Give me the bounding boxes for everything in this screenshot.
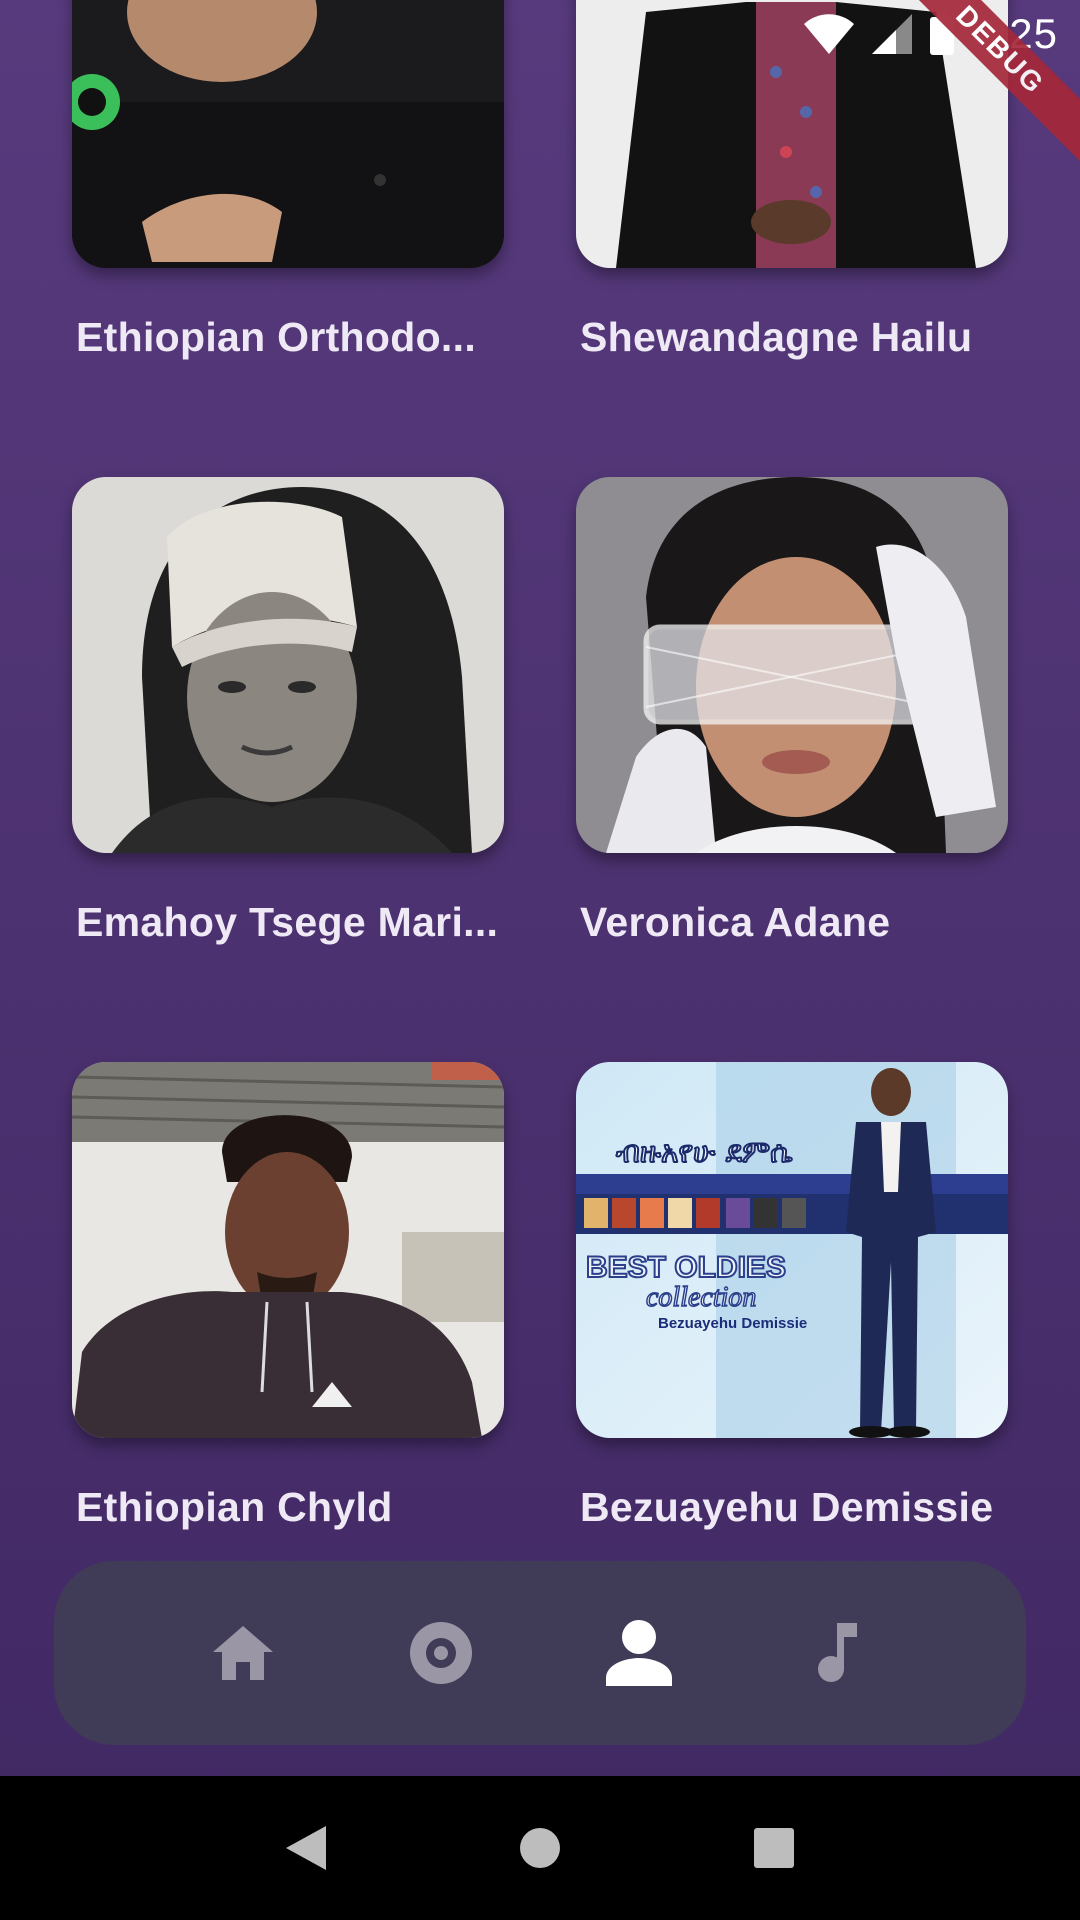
artist-name: Bezuayehu Demissie <box>580 1484 994 1530</box>
artist-card[interactable]: Veronica Adane <box>576 477 1008 946</box>
status-bar: 4:25 DEBUG <box>0 0 1080 172</box>
nav-albums[interactable] <box>396 1608 486 1698</box>
artist-image <box>576 477 1008 853</box>
bottom-navigation-bar <box>54 1561 1026 1745</box>
artist-image <box>72 1062 504 1438</box>
music-note-icon <box>817 1623 857 1683</box>
nav-home[interactable] <box>198 1608 288 1698</box>
album-title-line1: BEST OLDIES <box>586 1251 786 1284</box>
album-icon <box>410 1622 472 1684</box>
artist-card[interactable]: Ethiopian Chyld <box>72 1062 504 1531</box>
nav-songs[interactable] <box>792 1608 882 1698</box>
artist-name: Shewandagne Hailu <box>580 314 973 360</box>
recents-icon[interactable] <box>753 1828 794 1868</box>
album-cover: ብዙአየሁ ደምሴ BEST OLDIES collection Bezuaye… <box>576 1062 1008 1438</box>
person-icon <box>606 1620 672 1686</box>
album-title-line2: collection <box>646 1282 756 1313</box>
album-artist-line: Bezuayehu Demissie <box>658 1315 807 1332</box>
artist-image <box>72 477 504 853</box>
artist-card[interactable]: ብዙአየሁ ደምሴ BEST OLDIES collection Bezuaye… <box>576 1062 1008 1531</box>
home-icon <box>213 1626 273 1680</box>
system-navigation-bar <box>0 1776 1080 1920</box>
artist-name: Ethiopian Chyld <box>76 1484 393 1530</box>
artist-card[interactable]: Emahoy Tsege Mari... <box>72 477 504 946</box>
cell-signal-icon <box>872 14 913 54</box>
artist-name: Veronica Adane <box>580 899 891 945</box>
album-amharic-title: ብዙአየሁ ደምሴ <box>615 1135 793 1170</box>
back-icon[interactable] <box>286 1826 327 1870</box>
artist-grid: Ethiopian Orthodo... Shewandagne Hailu E… <box>0 0 1080 1535</box>
wifi-icon <box>804 14 855 54</box>
nav-artists[interactable] <box>594 1608 684 1698</box>
home-circle-icon[interactable] <box>519 1827 561 1869</box>
artist-name: Emahoy Tsege Mari... <box>76 899 499 945</box>
artist-name: Ethiopian Orthodo... <box>76 314 477 360</box>
